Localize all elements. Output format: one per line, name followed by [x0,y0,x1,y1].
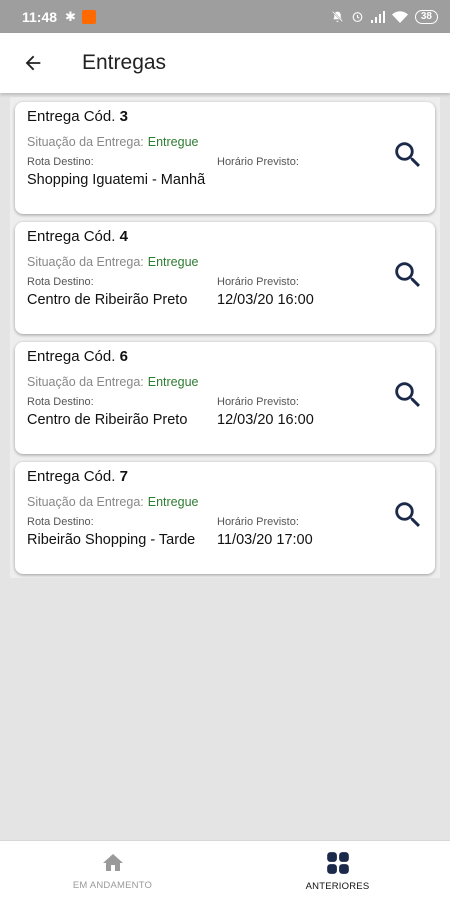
arrow-left-icon [25,55,41,71]
delivery-code: 4 [119,228,128,245]
delivery-status: Entregue [147,375,199,389]
time-label: Horário Previsto: [217,396,299,408]
delivery-title: Entrega Cód. 3 [27,108,128,125]
app-bar: Entregas [0,33,450,93]
delivery-title: Entrega Cód. 4 [27,228,128,245]
delivery-card[interactable]: Entrega Cód. 7 Situação da Entrega: Entre… [15,462,435,574]
time-label: Horário Previsto: [217,156,299,168]
delivery-status-row: Situação da Entrega: Entregue [27,135,199,149]
deliveries-list: Entrega Cód. 3 Situação da Entrega: Entre… [10,97,440,578]
battery-icon: 38 [414,9,438,24]
clock: 11:48 [22,8,58,25]
alarm-icon [352,12,363,22]
delivery-code: 6 [119,348,128,365]
notification-icon [81,9,96,24]
delivery-title: Entrega Cód. 6 [27,348,128,365]
nav-label: ANTERIORES [305,880,370,892]
delivery-code: 7 [119,468,128,485]
route-value: Centro de Ribeirão Preto [27,292,188,308]
route-label: Rota Destino: [27,396,94,408]
time-value: 12/03/20 16:00 [217,412,314,428]
bluetooth-icon: ✱ [65,8,76,24]
route-label: Rota Destino: [27,516,94,528]
grid-icon [326,851,349,874]
delivery-status-row: Situação da Entrega: Entregue [27,375,199,389]
delivery-status: Entregue [147,495,199,509]
status-bar: 11:48 ✱ 38 [0,0,450,33]
wifi-icon [391,10,408,23]
time-value: 12/03/20 16:00 [217,292,314,308]
page-title: Entregas [82,51,167,74]
time-value: 11/03/20 17:00 [217,532,313,548]
route-value: Shopping Iguatemi - Manhã [27,172,206,188]
status-icons: 38 [331,9,438,24]
search-icon[interactable] [391,258,425,292]
search-icon[interactable] [391,138,425,172]
nav-anteriores[interactable]: ANTERIORES [225,841,450,900]
delivery-card[interactable]: Entrega Cód. 6 Situação da Entrega: Entre… [15,342,435,454]
nav-em-andamento[interactable]: EM ANDAMENTO [0,841,225,900]
delivery-status-row: Situação da Entrega: Entregue [27,255,199,269]
delivery-status: Entregue [147,255,199,269]
delivery-card[interactable]: Entrega Cód. 3 Situação da Entrega: Entre… [15,102,435,214]
delivery-code: 3 [119,108,128,125]
delivery-status: Entregue [147,135,199,149]
mute-icon [331,11,343,22]
route-label: Rota Destino: [27,156,94,168]
back-button[interactable] [18,48,48,78]
bottom-navigation: EM ANDAMENTO ANTERIORES [0,840,450,900]
delivery-status-row: Situação da Entrega: Entregue [27,495,199,509]
route-label: Rota Destino: [27,276,94,288]
route-value: Centro de Ribeirão Preto [27,412,188,428]
home-icon [102,853,123,871]
time-label: Horário Previsto: [217,516,299,528]
route-value: Ribeirão Shopping - Tarde [27,532,196,548]
search-icon[interactable] [391,498,425,532]
search-icon[interactable] [391,378,425,412]
delivery-card[interactable]: Entrega Cód. 4 Situação da Entrega: Entre… [15,222,435,334]
nav-label: EM ANDAMENTO [72,879,153,891]
time-label: Horário Previsto: [217,276,299,288]
delivery-title: Entrega Cód. 7 [27,468,128,485]
signal-icon [370,10,385,23]
